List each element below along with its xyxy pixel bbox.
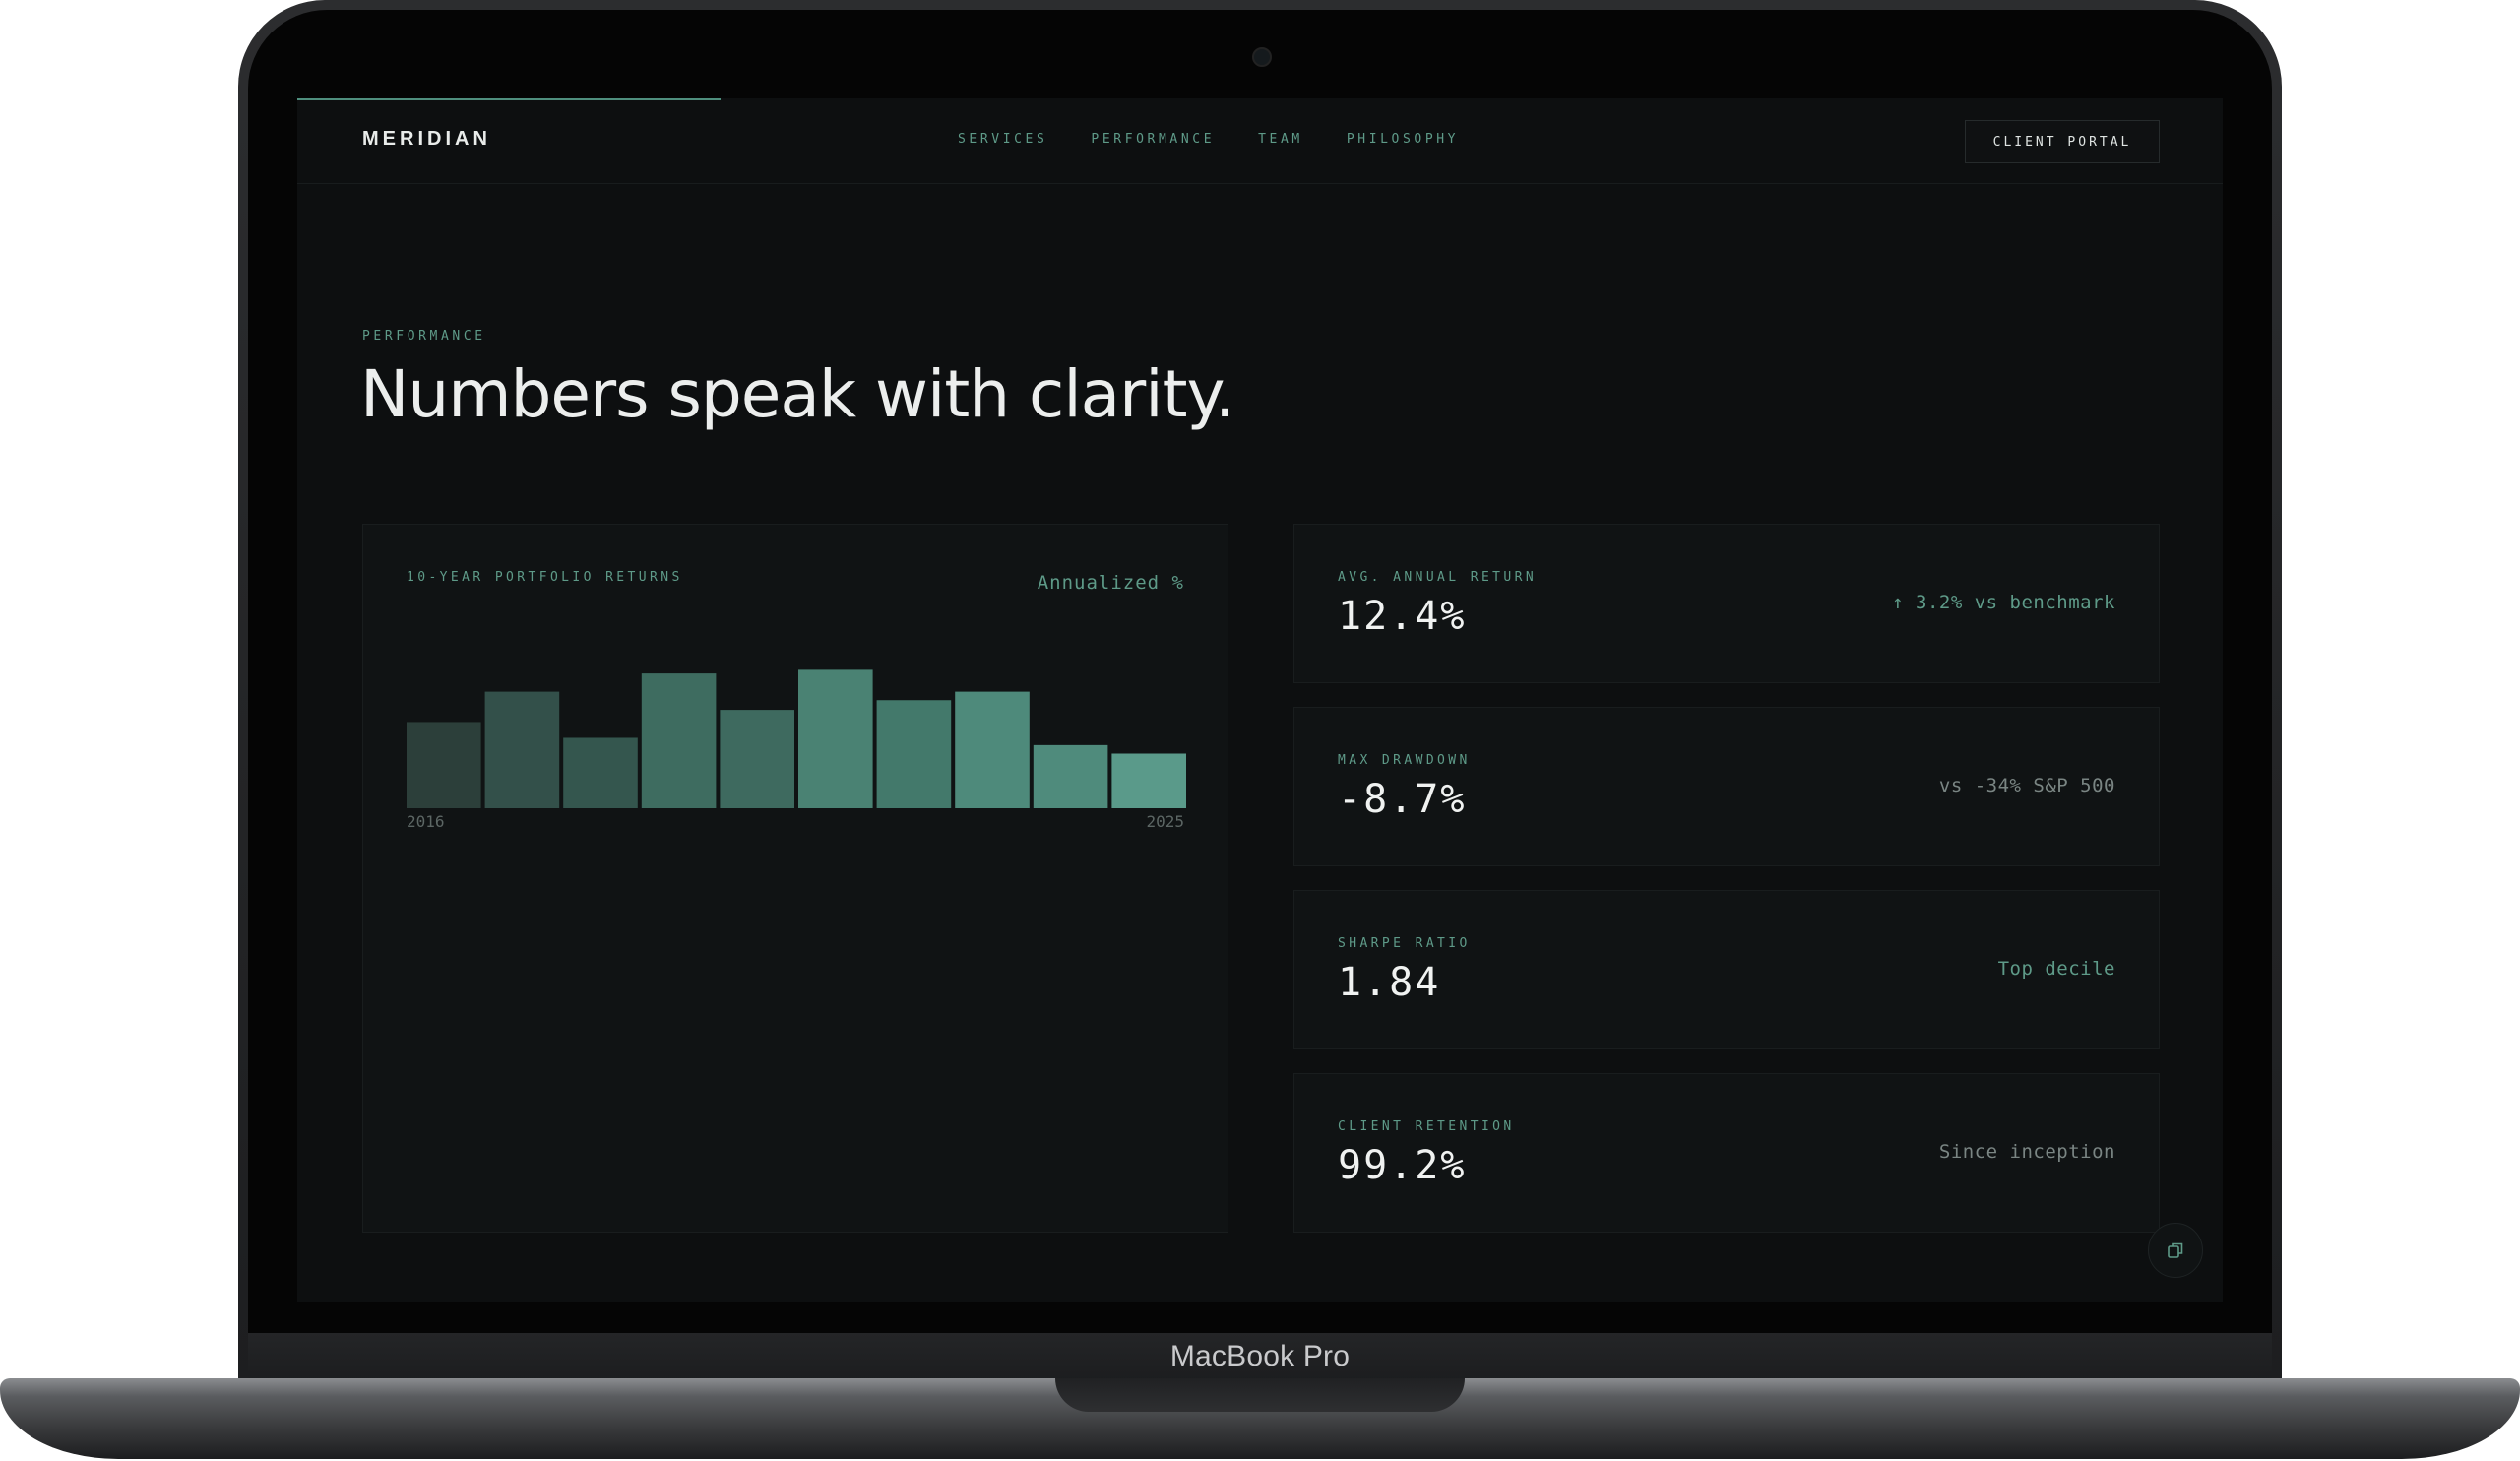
logo[interactable]: MERIDIAN (362, 128, 491, 151)
metric-value: 12.4% (1338, 594, 1467, 639)
metric-value: -8.7% (1338, 777, 1467, 822)
chart-unit-label: Annualized % (1037, 572, 1184, 594)
metric-card-sharpe-ratio: SHARPE RATIO 1.84 Top decile (1293, 890, 2160, 1049)
bar-2016[interactable] (407, 722, 481, 808)
client-portal-button[interactable]: CLIENT PORTAL (1965, 120, 2160, 163)
top-nav: MERIDIAN SERVICES PERFORMANCE TEAM PHILO… (297, 98, 2223, 184)
metric-label: SHARPE RATIO (1338, 936, 1471, 951)
returns-chart-card: 10-YEAR PORTFOLIO RETURNS Annualized % 2… (362, 524, 1228, 1233)
metric-card-max-drawdown: MAX DRAWDOWN -8.7% vs -34% S&P 500 (1293, 707, 2160, 866)
nav-link-performance[interactable]: PERFORMANCE (1091, 132, 1215, 147)
section-eyebrow: PERFORMANCE (362, 329, 486, 344)
bar-2022[interactable] (876, 700, 952, 808)
metric-card-client-retention: CLIENT RETENTION 99.2% Since inception (1293, 1073, 2160, 1233)
camera-icon (1252, 47, 1272, 67)
bar-2025[interactable] (1111, 753, 1186, 809)
metric-label: CLIENT RETENTION (1338, 1119, 1515, 1134)
bar-2019[interactable] (641, 673, 717, 808)
metric-value: 1.84 (1338, 960, 1441, 1005)
bar-2023[interactable] (955, 691, 1030, 808)
browser-viewport: MERIDIAN SERVICES PERFORMANCE TEAM PHILO… (297, 98, 2223, 1302)
bar-2017[interactable] (484, 691, 560, 808)
nav-links: SERVICES PERFORMANCE TEAM PHILOSOPHY (958, 132, 1459, 147)
metric-note: ↑ 3.2% vs benchmark (1892, 592, 2115, 613)
laptop-notch (1055, 1378, 1465, 1412)
metric-value: 99.2% (1338, 1143, 1467, 1188)
bar-2021[interactable] (798, 669, 873, 808)
chart-title: 10-YEAR PORTFOLIO RETURNS (407, 570, 683, 585)
device-brand-label: MacBook Pro (1169, 1340, 1351, 1372)
bar-2024[interactable] (1033, 744, 1108, 808)
nav-link-team[interactable]: TEAM (1258, 132, 1303, 147)
metric-label: AVG. ANNUAL RETURN (1338, 570, 1538, 585)
x-axis-end-label: 2025 (1146, 812, 1184, 831)
returns-bar-chart (407, 669, 1186, 809)
metric-label: MAX DRAWDOWN (1338, 753, 1471, 768)
nav-link-philosophy[interactable]: PHILOSOPHY (1347, 132, 1459, 147)
chat-button[interactable] (2148, 1223, 2203, 1278)
bar-2020[interactable] (720, 710, 794, 808)
bar-2018[interactable] (563, 737, 638, 808)
metric-note: Since inception (1938, 1141, 2115, 1163)
chat-icon (2168, 1242, 2183, 1258)
x-axis-start-label: 2016 (407, 812, 445, 831)
metric-note: vs -34% S&P 500 (1938, 775, 2115, 796)
metric-note: Top decile (1997, 958, 2115, 980)
metric-card-avg-return: AVG. ANNUAL RETURN 12.4% ↑ 3.2% vs bench… (1293, 524, 2160, 683)
page-title: Numbers speak with clarity. (360, 356, 1235, 432)
nav-link-services[interactable]: SERVICES (958, 132, 1047, 147)
